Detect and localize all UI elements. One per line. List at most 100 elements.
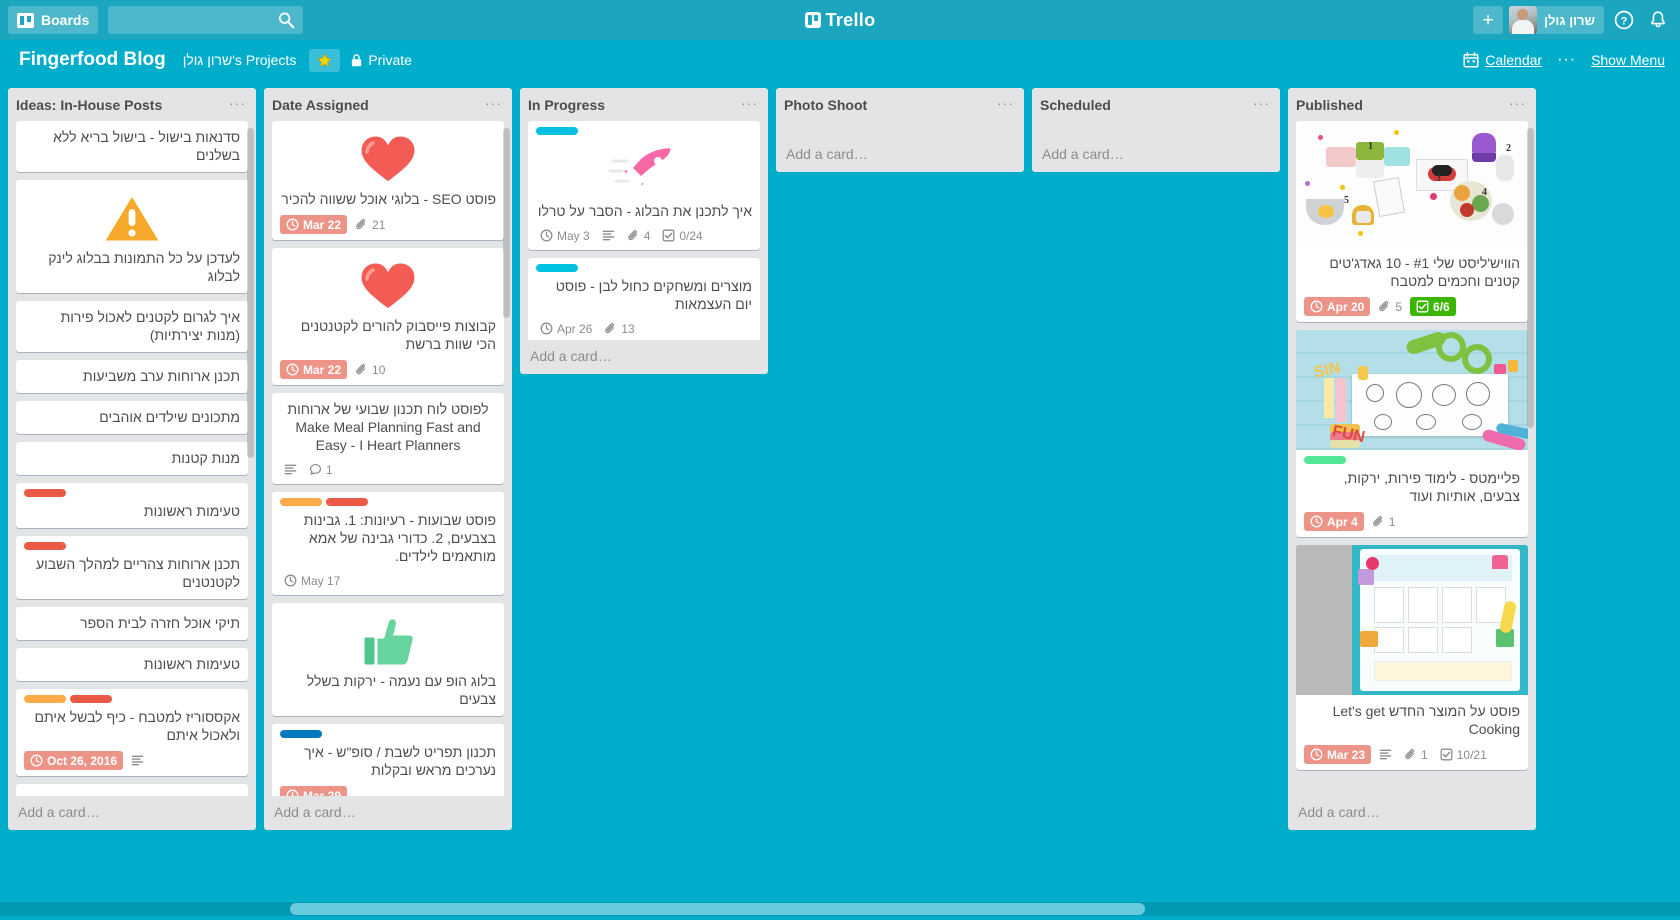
notifications-button[interactable] (1644, 6, 1672, 34)
due-date-badge[interactable]: May 3 (536, 227, 594, 244)
card-badges: Mar 23 1 10/21 (1304, 745, 1520, 765)
list-header: Scheduled ··· (1032, 88, 1280, 121)
list: Scheduled ··· Add a card… (1032, 88, 1280, 172)
card[interactable]: פוסט על המוצר החדש Let's get Cooking Mar… (1296, 545, 1528, 771)
clock-icon (1310, 748, 1323, 761)
checklist-badge-complete: 6/6 (1410, 297, 1456, 317)
star-board-button[interactable] (309, 48, 341, 72)
due-date-badge[interactable]: Apr 20 (1304, 297, 1371, 317)
board-visibility[interactable]: Private (343, 47, 419, 73)
card-label[interactable] (24, 695, 66, 704)
card-label[interactable] (24, 489, 66, 498)
card-labels (280, 730, 496, 739)
card[interactable]: תיקי אוכל חזרה לבית הספר (16, 607, 248, 641)
attachment-icon (356, 219, 366, 230)
card[interactable]: קבוצות פייסבוק להורים לקטנטנים הכי שוות … (272, 248, 504, 386)
card[interactable]: לעדכן על כל התמונות בבלוג לינק לבלוג (16, 180, 248, 294)
card[interactable]: טעימות ראשונות (16, 648, 248, 682)
card[interactable]: בלוג הופ עם נעמה - ירקות בשלל צבעים (272, 603, 504, 717)
board-title[interactable]: Fingerfood Blog (12, 46, 173, 74)
due-date-badge[interactable]: Mar 29 (280, 786, 348, 796)
calendar-button[interactable]: Calendar (1456, 47, 1549, 73)
card-label[interactable] (326, 498, 368, 507)
description-badge (1375, 746, 1396, 763)
attachment-icon (1379, 301, 1389, 312)
due-date-badge[interactable]: Oct 26, 2016 (24, 751, 124, 771)
card-label[interactable] (280, 730, 322, 739)
attachment-badge: 13 (600, 320, 638, 337)
card[interactable]: מנות קטנות (16, 442, 248, 476)
checklist-icon (662, 229, 675, 242)
show-menu-button[interactable]: Show Menu (1584, 47, 1672, 73)
add-card-button[interactable]: Add a card… (1032, 138, 1280, 172)
add-button[interactable]: + (1473, 6, 1504, 34)
board-menu-dots[interactable]: ··· (1549, 51, 1584, 69)
card[interactable]: טעימות ראשונות (16, 483, 248, 529)
list-title[interactable]: Ideas: In-House Posts (16, 97, 162, 113)
attachment-badge: 5 (1374, 298, 1406, 315)
card-label[interactable] (280, 498, 322, 507)
add-card-button[interactable]: Add a card… (776, 138, 1024, 172)
list-menu-icon[interactable]: ··· (1507, 96, 1528, 110)
add-card-button[interactable]: Add a card… (8, 796, 256, 830)
list-scrollbar[interactable] (1527, 128, 1534, 428)
help-button[interactable]: ? (1610, 6, 1638, 34)
list-title[interactable]: In Progress (528, 97, 605, 113)
search-input[interactable] (108, 6, 304, 34)
card-title: תכנן ארוחות צהריים למהלך השבוע לקטנטנים (35, 556, 240, 591)
card-label[interactable] (536, 264, 578, 273)
card[interactable]: SIN FUN פליימטס - לימוד פירות, ירקות, צב… (1296, 330, 1528, 538)
due-date-badge[interactable]: Mar 22 (280, 215, 348, 235)
list-menu-icon[interactable]: ··· (1251, 96, 1272, 110)
board-organization[interactable]: שרון גולן's Projects (176, 47, 304, 73)
list-scrollbar[interactable] (503, 128, 510, 318)
card-title: איך לגרום לקטנים לאכול פירות (מנות יצירת… (60, 309, 240, 344)
board-header: Fingerfood Blog שרון גולן's Projects Pri… (0, 40, 1680, 80)
card[interactable]: מיני המבורגרים (16, 784, 248, 796)
card[interactable]: פוסט SEO - בלוגי אוכל ששווה להכיר Mar 22… (272, 121, 504, 241)
list-menu-icon[interactable]: ··· (227, 96, 248, 110)
list-menu-icon[interactable]: ··· (995, 96, 1016, 110)
list-title[interactable]: Photo Shoot (784, 97, 867, 113)
list-title[interactable]: Published (1296, 97, 1363, 113)
checklist-count: 10/21 (1456, 747, 1487, 762)
user-menu[interactable]: שרון גולן (1509, 6, 1604, 34)
boards-button[interactable]: Boards (8, 6, 99, 34)
attachment-badge: 21 (351, 216, 389, 233)
add-card-button[interactable]: Add a card… (1288, 796, 1536, 830)
card[interactable]: תכנון תפריט לשבת / סופ"ש - איך נערכים מר… (272, 724, 504, 796)
card[interactable]: 1 3 5 2 4 הוויש'ליסט שלי #1 - 10 גאדג'טי… (1296, 121, 1528, 323)
list-menu-icon[interactable]: ··· (739, 96, 760, 110)
board-scrollbar-thumb[interactable] (290, 903, 1145, 915)
search-box[interactable] (108, 6, 304, 34)
card-label[interactable] (1304, 456, 1346, 465)
card[interactable]: איך לתכנן את הבלוג - הסבר על טרלו May 3 … (528, 121, 760, 251)
card[interactable]: לפוסט לוח תכנון שבועי של ארוחות Make Mea… (272, 393, 504, 485)
card[interactable]: אקססוריז למטבח - כיף לבשל איתם ולאכול אי… (16, 689, 248, 777)
clock-icon (1310, 300, 1323, 313)
add-card-button[interactable]: Add a card… (520, 340, 768, 374)
card[interactable]: פוסט שבועות - רעיונות: 1. גבינות בצבעים,… (272, 492, 504, 596)
card-label[interactable] (536, 127, 578, 136)
card[interactable]: מתכונים שילדים אוהבים (16, 401, 248, 435)
due-date-badge[interactable]: Mar 22 (280, 360, 348, 380)
trello-logo-text: Trello (825, 9, 876, 30)
card-label[interactable] (70, 695, 112, 704)
list-menu-icon[interactable]: ··· (483, 96, 504, 110)
list-title[interactable]: Scheduled (1040, 97, 1111, 113)
due-date-badge[interactable]: Apr 4 (1304, 512, 1364, 532)
card[interactable]: מוצרים ומשחקים כחול לבן - פוסט יום העצמא… (528, 258, 760, 340)
card[interactable]: תכנן ארוחות ערב משביעות (16, 360, 248, 394)
list-scrollbar[interactable] (247, 128, 254, 458)
card[interactable]: סדנאות בישול - בישול בריא ללא בשלנים (16, 121, 248, 173)
card-label[interactable] (24, 542, 66, 551)
due-date-badge[interactable]: May 17 (280, 572, 344, 589)
attachment-count: 4 (643, 228, 651, 243)
card[interactable]: איך לגרום לקטנים לאכול פירות (מנות יצירת… (16, 301, 248, 353)
due-date-badge[interactable]: Apr 26 (536, 320, 596, 337)
add-card-button[interactable]: Add a card… (264, 796, 512, 830)
due-date-badge[interactable]: Mar 23 (1304, 745, 1372, 765)
card[interactable]: תכנן ארוחות צהריים למהלך השבוע לקטנטנים (16, 536, 248, 600)
board-horizontal-scrollbar[interactable] (0, 902, 1680, 916)
list-title[interactable]: Date Assigned (272, 97, 369, 113)
